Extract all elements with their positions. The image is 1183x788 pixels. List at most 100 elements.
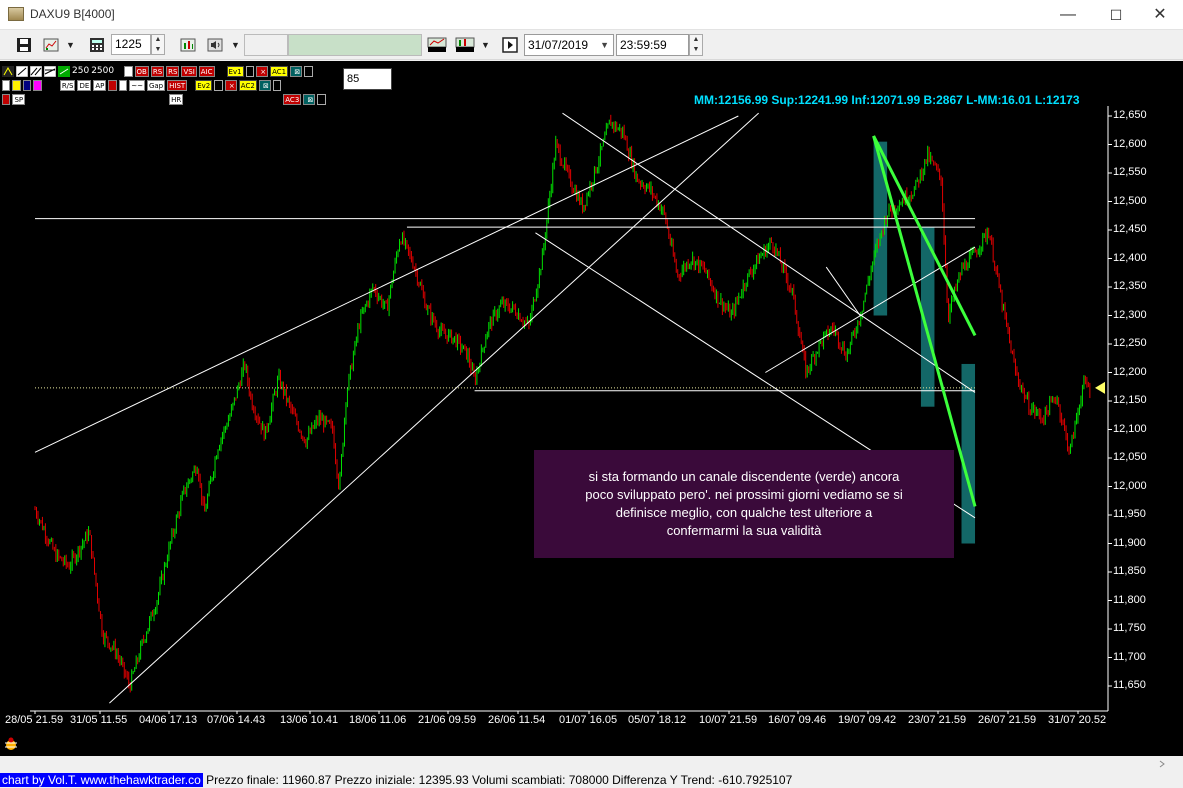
date-picker[interactable]: 31/07/2019 ▼ bbox=[524, 34, 614, 56]
bug-icon[interactable] bbox=[3, 736, 19, 752]
window-title: DAXU9 B[4000] bbox=[30, 7, 115, 21]
indicator-wave[interactable]: ~~ bbox=[129, 80, 145, 91]
ev1-settings[interactable] bbox=[245, 66, 255, 77]
play-icon bbox=[502, 37, 518, 53]
draw-fib-icon[interactable] bbox=[58, 66, 70, 77]
play-button[interactable] bbox=[499, 34, 521, 56]
bars-count-button[interactable] bbox=[86, 34, 108, 56]
indicator-ac2[interactable]: AC2 bbox=[238, 80, 257, 91]
scale-b-label[interactable]: 2500 bbox=[91, 66, 114, 78]
bars-count-stepper[interactable]: ▲ ▼ bbox=[151, 34, 165, 55]
x-tick-label: 05/07 18.12 bbox=[628, 714, 687, 726]
sp-button[interactable]: SP bbox=[12, 94, 26, 105]
indicator-toolbar-row-2: R/S DE AP ~~ Gap HIST Ev2 × AC2 ⊠ bbox=[2, 80, 282, 92]
indicator-plot[interactable] bbox=[118, 80, 128, 91]
indicator-ac1[interactable]: AC1 bbox=[270, 66, 289, 77]
indicator-box-white[interactable] bbox=[124, 66, 133, 77]
stepper-up-icon[interactable]: ▲ bbox=[690, 35, 702, 45]
color-box-magenta[interactable] bbox=[33, 80, 42, 91]
stepper-down-icon[interactable]: ▼ bbox=[690, 45, 702, 55]
draw-channel-icon[interactable] bbox=[44, 66, 56, 77]
color-box-yellow[interactable] bbox=[12, 80, 21, 91]
stepper-down-icon[interactable]: ▼ bbox=[152, 45, 164, 55]
color-box-navy[interactable] bbox=[22, 80, 32, 91]
x-tick-label: 31/05 11.55 bbox=[70, 714, 128, 726]
chart-type-dropdown[interactable]: ▼ bbox=[66, 34, 75, 56]
draw-parallel-icon[interactable] bbox=[30, 66, 42, 77]
close-button[interactable]: ✕ bbox=[1137, 0, 1183, 30]
time-input[interactable]: 23:59:59 bbox=[616, 34, 689, 56]
indicator-rs-ratio[interactable]: R/S bbox=[59, 80, 76, 91]
indicator-gap[interactable]: Gap bbox=[146, 80, 166, 91]
ac1-option[interactable] bbox=[304, 66, 313, 77]
ev1-close[interactable]: × bbox=[256, 66, 269, 77]
ev2-close[interactable]: × bbox=[224, 80, 237, 91]
scale-a-label[interactable]: 250 bbox=[72, 66, 89, 78]
indicator-values-readout: MM:12156.99 Sup:12241.99 Inf:12071.99 B:… bbox=[694, 93, 1080, 107]
indicator-vsi[interactable]: VSI bbox=[181, 66, 197, 77]
calendar-dropdown-icon[interactable]: ▼ bbox=[600, 35, 609, 55]
bars-count-input[interactable]: 1225 bbox=[111, 34, 151, 55]
date-value: 31/07/2019 bbox=[528, 38, 589, 52]
title-bar: DAXU9 B[4000] — ☐ ✕ bbox=[0, 0, 1183, 30]
style-button[interactable] bbox=[453, 34, 477, 56]
annotation-line: si sta formando un canale discendente (v… bbox=[588, 469, 900, 484]
maximize-button[interactable]: ☐ bbox=[1093, 0, 1139, 30]
scroll-arrow-icon[interactable] bbox=[1157, 759, 1167, 769]
minimize-button[interactable]: — bbox=[1045, 0, 1091, 30]
credit-link[interactable]: chart by Vol.T. www.thehawktrader.co bbox=[0, 773, 203, 787]
rainbow-icon[interactable] bbox=[2, 66, 14, 77]
status-bar: chart by Vol.T. www.thehawktrader.co Pre… bbox=[0, 756, 1183, 788]
color-box-white[interactable] bbox=[2, 80, 11, 91]
annotation-line: poco sviluppato pero'. nei prossimi gior… bbox=[585, 487, 903, 502]
x-tick-label: 10/07 21.59 bbox=[699, 714, 758, 726]
save-chart-button[interactable] bbox=[425, 34, 449, 56]
style-dropdown[interactable]: ▼ bbox=[481, 34, 490, 56]
y-tick-label: 12,050 bbox=[1113, 451, 1147, 463]
x-tick-label: 18/06 11.06 bbox=[349, 714, 407, 726]
stepper-up-icon[interactable]: ▲ bbox=[152, 35, 164, 45]
indicator-ev1[interactable]: Ev1 bbox=[226, 66, 244, 77]
indicator-aic[interactable]: AIC bbox=[198, 66, 215, 77]
ac3-option[interactable] bbox=[317, 94, 326, 105]
y-tick-label: 11,700 bbox=[1113, 650, 1146, 663]
sound-dropdown[interactable]: ▼ bbox=[231, 34, 240, 56]
indicator-de[interactable]: DE bbox=[77, 80, 92, 91]
ac2-settings[interactable]: ⊠ bbox=[258, 80, 271, 91]
blank-field[interactable] bbox=[244, 34, 288, 56]
horizontal-scrollbar[interactable] bbox=[0, 756, 1183, 772]
indicator-rs-2[interactable]: RS bbox=[166, 66, 180, 77]
indicator-ap[interactable]: AP bbox=[93, 80, 107, 91]
indicator-red-box[interactable] bbox=[108, 80, 117, 91]
indicator-ob[interactable]: OB bbox=[134, 66, 149, 77]
ac1-settings[interactable]: ⊠ bbox=[290, 66, 303, 77]
sound-button[interactable] bbox=[204, 34, 226, 56]
annotation-line: definisce meglio, con qualche test ulter… bbox=[615, 505, 873, 520]
indicator-ev2[interactable]: Ev2 bbox=[195, 80, 213, 91]
style-chart-icon bbox=[455, 37, 475, 52]
save-button[interactable] bbox=[13, 34, 35, 56]
indicator-ac3[interactable]: AC3 bbox=[283, 94, 302, 105]
y-tick-label: 12,000 bbox=[1113, 479, 1147, 492]
ev2-settings[interactable] bbox=[214, 80, 223, 91]
x-tick-label: 28/05 21.59 bbox=[5, 714, 64, 726]
ac3-settings[interactable]: ⊠ bbox=[303, 94, 316, 105]
time-stepper[interactable]: ▲ ▼ bbox=[689, 34, 703, 56]
ac2-option[interactable] bbox=[272, 80, 282, 91]
indicator-rs[interactable]: RS bbox=[150, 66, 165, 77]
draw-line-icon[interactable] bbox=[16, 66, 28, 77]
chart-area[interactable]: 250 2500 OB RS RS VSI AIC Ev1 × AC1 ⊠ R/… bbox=[0, 61, 1183, 756]
sp-marker-red[interactable] bbox=[2, 94, 11, 105]
price-chart[interactable] bbox=[0, 61, 1183, 756]
y-tick-label: 11,950 bbox=[1113, 508, 1146, 520]
y-tick-label: 12,300 bbox=[1113, 308, 1147, 321]
indicator-toolbar-row-1: 250 2500 OB RS RS VSI AIC Ev1 × AC1 ⊠ bbox=[2, 66, 313, 78]
hr-button[interactable]: HR bbox=[169, 94, 184, 105]
last-price-marker bbox=[1095, 381, 1105, 394]
y-tick-label: 12,500 bbox=[1113, 194, 1147, 207]
indicators-button[interactable] bbox=[177, 34, 199, 56]
period-input[interactable]: 85 bbox=[343, 68, 392, 90]
indicator-hist[interactable]: HIST bbox=[167, 80, 188, 91]
chart-type-button[interactable] bbox=[40, 34, 62, 56]
x-tick-label: 07/06 14.43 bbox=[207, 714, 266, 726]
